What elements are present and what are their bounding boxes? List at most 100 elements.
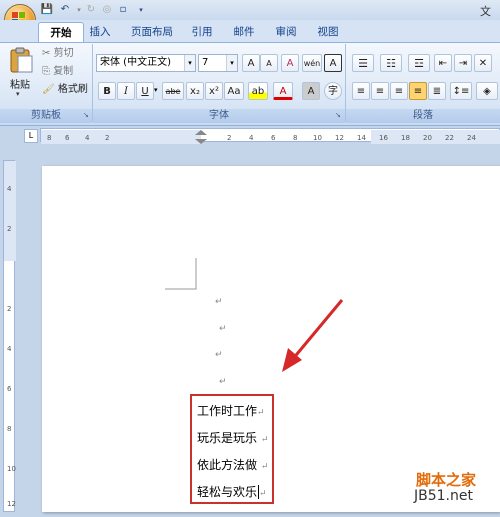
font-size-select[interactable]: 7 ▾ bbox=[198, 54, 238, 72]
svg-text:24: 24 bbox=[467, 134, 476, 142]
line-spacing-icon: ↕≡ bbox=[452, 86, 470, 97]
underline-button[interactable]: U bbox=[136, 82, 154, 100]
paste-dropdown-icon[interactable]: ▾ bbox=[16, 90, 20, 98]
new-document-icon[interactable]: ▫ bbox=[116, 3, 130, 17]
undo-icon[interactable]: ↶ bbox=[58, 3, 72, 17]
scissors-icon: ✂ bbox=[42, 48, 51, 59]
align-left-button[interactable]: ≡ bbox=[352, 82, 370, 100]
copy-button[interactable]: ⎘ 复制 bbox=[42, 64, 73, 80]
font-launcher-icon[interactable]: ↘ bbox=[335, 111, 341, 119]
clipboard-group-label: 剪贴板 bbox=[0, 109, 92, 123]
page-margin-corner bbox=[165, 258, 197, 290]
chevron-down-icon: ▾ bbox=[226, 55, 237, 71]
format-painter-button[interactable]: 🖌 格式刷 bbox=[42, 82, 88, 98]
svg-text:2: 2 bbox=[7, 305, 11, 313]
font-name-select[interactable]: 宋体 (中文正文) ▾ bbox=[96, 54, 196, 72]
watermark-text: 脚本之家 bbox=[416, 471, 477, 489]
align-center-icon: ≡ bbox=[375, 86, 385, 97]
cut-label: 剪切 bbox=[53, 48, 74, 59]
ruler-ticks: 8642 2468 10 12 14 16 18 20 22 24 bbox=[41, 130, 500, 144]
svg-text:2: 2 bbox=[227, 134, 231, 142]
font-color-button[interactable]: A bbox=[273, 82, 293, 100]
increase-indent-button[interactable]: ⇥ bbox=[454, 54, 472, 72]
grow-font-button[interactable]: A bbox=[242, 54, 260, 72]
svg-text:16: 16 bbox=[379, 134, 388, 142]
paste-button-label[interactable]: 粘贴 bbox=[10, 76, 30, 91]
distribute-icon: ≣ bbox=[432, 86, 442, 97]
format-painter-label: 格式刷 bbox=[57, 84, 88, 95]
bullets-button[interactable]: ☰ bbox=[352, 54, 374, 72]
svg-text:6: 6 bbox=[65, 134, 70, 142]
svg-text:20: 20 bbox=[423, 134, 432, 142]
numbered-list-icon: ☷ bbox=[386, 57, 396, 70]
align-center-button[interactable]: ≡ bbox=[371, 82, 389, 100]
svg-text:12: 12 bbox=[7, 500, 16, 508]
tab-selector-button[interactable]: L bbox=[24, 129, 38, 143]
enclose-char-button[interactable]: 字 bbox=[324, 82, 342, 100]
change-case-button[interactable]: Aa bbox=[224, 82, 244, 100]
numbering-button[interactable]: ☷ bbox=[380, 54, 402, 72]
cut-button[interactable]: ✂ 剪切 bbox=[42, 46, 74, 62]
tab-insert[interactable]: 插入 bbox=[86, 22, 114, 42]
window-title: 文 bbox=[480, 5, 491, 18]
paste-icon[interactable] bbox=[8, 46, 34, 74]
char-border-button[interactable]: A bbox=[324, 54, 342, 72]
superscript-button[interactable]: x² bbox=[205, 82, 223, 100]
char-shading-button[interactable]: A bbox=[302, 82, 320, 100]
svg-text:22: 22 bbox=[445, 134, 454, 142]
svg-text:4: 4 bbox=[7, 185, 12, 193]
bullet-list-icon: ☰ bbox=[358, 57, 368, 70]
justify-icon: ≡ bbox=[413, 86, 423, 97]
multilevel-list-button[interactable]: ☲ bbox=[408, 54, 430, 72]
subscript-button[interactable]: x₂ bbox=[186, 82, 204, 100]
horizontal-ruler[interactable]: 8642 2468 10 12 14 16 18 20 22 24 bbox=[40, 128, 500, 144]
tab-view[interactable]: 视图 bbox=[314, 22, 342, 42]
shrink-font-button[interactable]: A bbox=[260, 54, 278, 72]
decrease-indent-button[interactable]: ⇤ bbox=[434, 54, 452, 72]
clear-format-button[interactable]: A bbox=[281, 54, 299, 72]
svg-text:2: 2 bbox=[7, 225, 11, 233]
paint-bucket-icon: ◈ bbox=[483, 86, 491, 97]
bold-button[interactable]: B bbox=[98, 82, 116, 100]
tab-references[interactable]: 引用 bbox=[188, 22, 216, 42]
clipboard-launcher-icon[interactable]: ↘ bbox=[83, 111, 89, 119]
highlight-button[interactable]: ab bbox=[248, 82, 268, 100]
tab-home[interactable]: 开始 bbox=[38, 22, 84, 43]
line-spacing-button[interactable]: ↕≡ bbox=[450, 82, 472, 100]
svg-text:14: 14 bbox=[357, 134, 366, 142]
highlight-box bbox=[190, 394, 274, 504]
chinese-layout-button[interactable]: ✕ bbox=[474, 54, 492, 72]
distribute-button[interactable]: ≣ bbox=[428, 82, 446, 100]
svg-text:6: 6 bbox=[7, 385, 12, 393]
tab-mailings[interactable]: 邮件 bbox=[230, 22, 258, 42]
tab-review[interactable]: 审阅 bbox=[272, 22, 300, 42]
paragraph-mark: ↵ bbox=[215, 350, 223, 360]
paragraph-mark: ↵ bbox=[215, 297, 223, 307]
strikethrough-button[interactable]: abe bbox=[162, 82, 184, 100]
arrow-annotation-icon bbox=[282, 299, 344, 372]
shading-button[interactable]: ◈ bbox=[476, 82, 498, 100]
align-right-icon: ≡ bbox=[394, 86, 404, 97]
underline-dropdown-icon[interactable]: ▾ bbox=[154, 86, 158, 94]
chinese-layout-icon: ✕ bbox=[478, 58, 488, 69]
svg-text:8: 8 bbox=[47, 134, 51, 142]
paragraph-group-label: 段落 bbox=[346, 109, 500, 123]
svg-text:10: 10 bbox=[7, 465, 16, 473]
repeat-icon[interactable]: ◎ bbox=[100, 3, 114, 17]
copy-label: 复制 bbox=[53, 66, 74, 77]
phonetic-guide-button[interactable]: wén bbox=[302, 54, 322, 72]
vertical-ruler[interactable]: 4 2 2 4 6 8 10 12 bbox=[3, 160, 16, 512]
redo-icon[interactable]: ↻ bbox=[84, 3, 98, 17]
decrease-indent-icon: ⇤ bbox=[438, 58, 448, 69]
justify-button[interactable]: ≡ bbox=[409, 82, 427, 100]
svg-text:12: 12 bbox=[335, 134, 344, 142]
align-right-button[interactable]: ≡ bbox=[390, 82, 408, 100]
svg-text:4: 4 bbox=[7, 345, 12, 353]
italic-button[interactable]: I bbox=[117, 82, 135, 100]
svg-text:8: 8 bbox=[293, 134, 297, 142]
save-icon[interactable]: 💾 bbox=[40, 3, 54, 17]
customize-qat-icon[interactable]: ▾ bbox=[134, 3, 148, 17]
tab-page-layout[interactable]: 页面布局 bbox=[126, 22, 178, 42]
svg-text:18: 18 bbox=[401, 134, 410, 142]
chevron-down-icon: ▾ bbox=[184, 55, 195, 71]
